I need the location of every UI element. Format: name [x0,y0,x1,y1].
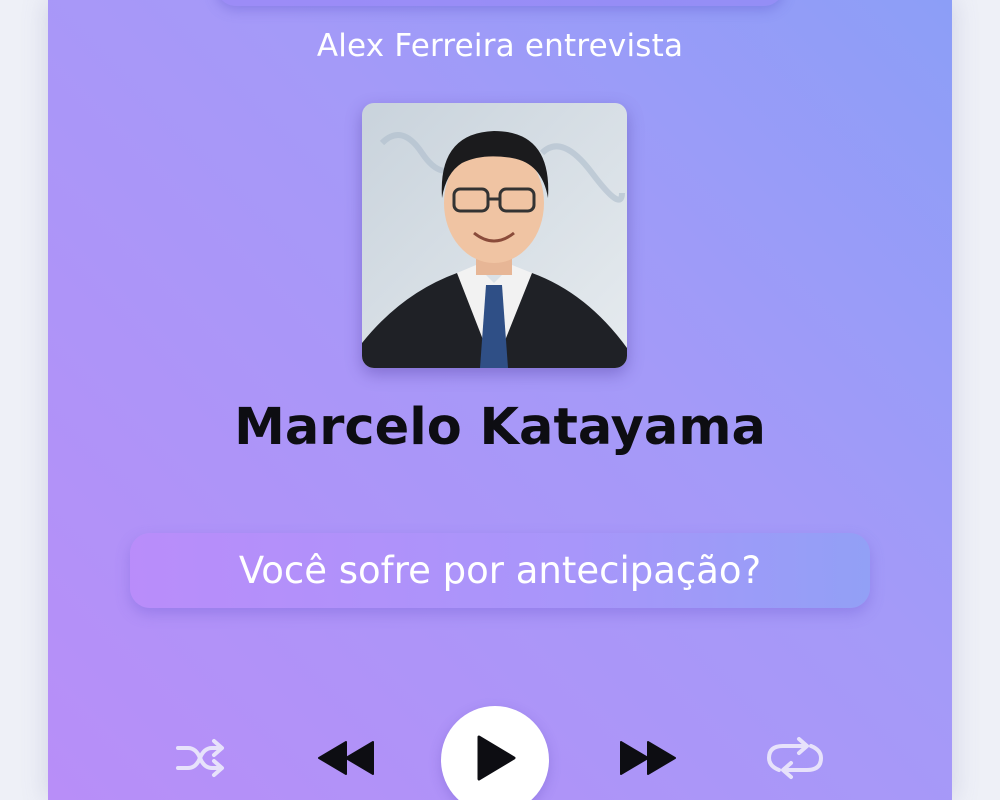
host-subtitle: Alex Ferreira entrevista [316,28,684,64]
previous-button[interactable] [316,736,376,784]
player-card: Alex Ferreira entrevista Marcelo Katayam… [48,0,952,800]
top-bar [216,0,784,6]
shuffle-icon [174,736,226,784]
fast-forward-icon [619,740,677,780]
repeat-button[interactable] [764,736,826,784]
shuffle-button[interactable] [172,736,228,784]
episode-title[interactable]: Você sofre por antecipação? [130,533,870,608]
rewind-icon [317,740,375,780]
repeat-icon [765,736,825,784]
guest-photo [362,103,627,368]
play-icon [473,734,517,786]
next-button[interactable] [618,736,678,784]
play-button[interactable] [441,706,549,800]
guest-name: Marcelo Katayama [234,398,766,457]
